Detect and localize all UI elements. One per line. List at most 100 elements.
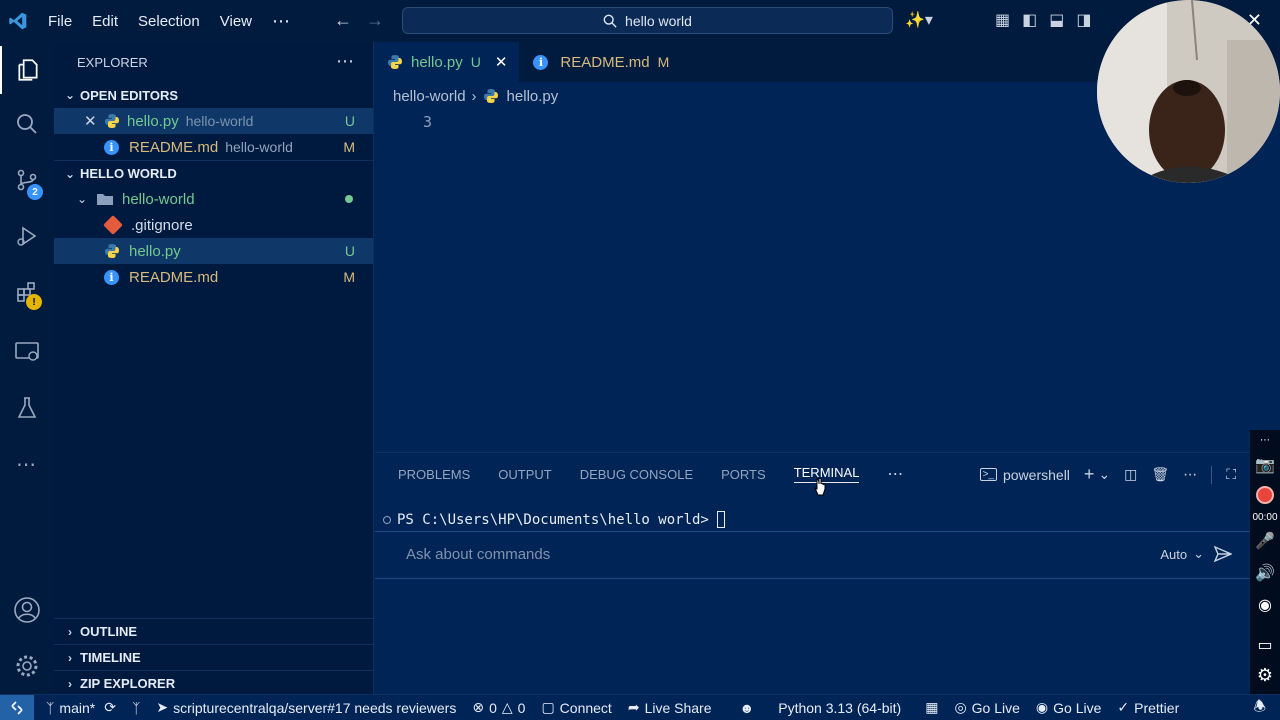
open-editor-item[interactable]: i README.md hello-world M [54, 134, 373, 160]
python-file-icon [388, 55, 402, 69]
record-button[interactable] [1250, 482, 1280, 508]
python-file-icon [105, 114, 119, 128]
menu-selection[interactable]: Selection [128, 13, 210, 30]
info-file-icon: i [104, 139, 119, 155]
ask-commands-bar[interactable]: Ask about commands Auto ⌄ [375, 531, 1250, 579]
toggle-secondary-sidebar-icon[interactable]: ◨ [1076, 10, 1091, 30]
explorer-more-icon[interactable]: ⋯ [336, 51, 355, 72]
tab-problems[interactable]: PROBLEMS [398, 467, 470, 482]
screen-icon[interactable]: ▭ [1250, 632, 1280, 658]
zip-explorer-section[interactable]: › ZIP EXPLORER [54, 670, 374, 696]
panel-more-icon[interactable]: ⋯ [887, 464, 903, 484]
extensions-icon[interactable]: ! [0, 268, 54, 316]
terminal-cursor [716, 511, 725, 528]
modified-dot-icon [345, 195, 353, 203]
shell-name[interactable]: powershell [1003, 467, 1070, 483]
folder-item[interactable]: ⌄ hello-world [54, 186, 373, 212]
pr-icon[interactable]: ᛉ [124, 700, 148, 716]
sync-icon[interactable]: ⟳ [104, 699, 116, 716]
layout-customize-icon[interactable]: ▦ [995, 10, 1010, 30]
remote-explorer-icon[interactable] [0, 328, 54, 376]
webcam-person [1097, 0, 1280, 183]
menu-view[interactable]: View [210, 13, 262, 30]
forward-arrow-icon: → [366, 10, 384, 30]
mode-select[interactable]: Auto [1160, 547, 1187, 562]
menu-more-icon[interactable]: ⋯ [262, 11, 300, 32]
split-terminal-icon[interactable]: ◫ [1124, 466, 1137, 483]
settings-gear-icon[interactable]: ⚙ [1250, 662, 1280, 688]
breadcrumb-file[interactable]: hello.py [507, 88, 559, 105]
file-item[interactable]: hello.py U [54, 238, 373, 264]
rocket-icon: ➤ [156, 699, 169, 715]
speaker-icon[interactable]: 🔊 [1250, 560, 1280, 586]
terminal-icon: >_ [979, 468, 997, 481]
search-icon [603, 14, 617, 28]
problems-indicator[interactable]: ⊗ 0 △ 0 [464, 699, 533, 716]
breadcrumb-folder[interactable]: hello-world [393, 88, 466, 105]
branch-icon: ᛉ [46, 699, 55, 716]
terminal-line[interactable]: PS C:\Users\HP\Documents\hello world> [383, 511, 725, 528]
file-item[interactable]: .gitignore [54, 212, 373, 238]
camera-icon[interactable]: 📷 [1250, 452, 1280, 478]
manage-gear-icon[interactable] [0, 642, 54, 690]
maximize-panel-icon[interactable]: ⛶ [1226, 466, 1236, 483]
more-views-icon[interactable]: ⋯ [0, 440, 54, 488]
command-center-search[interactable]: hello world [402, 7, 893, 34]
go-live-button-2[interactable]: ◉ Go Live [1028, 699, 1109, 716]
remote-indicator-icon[interactable] [0, 694, 34, 720]
tab-readme[interactable]: i README.md M [519, 42, 681, 82]
error-icon: ⊗ [472, 699, 485, 715]
recorder-drag-icon[interactable]: ⋯ [1250, 432, 1280, 448]
open-editors-header[interactable]: ⌄ OPEN EDITORS [54, 82, 373, 108]
menu-edit[interactable]: Edit [82, 13, 128, 30]
terminal-status-icon[interactable]: ▦ [917, 699, 946, 716]
search-icon[interactable] [0, 100, 54, 148]
tab-output[interactable]: OUTPUT [498, 467, 551, 482]
source-control-icon[interactable]: 2 [0, 156, 54, 204]
menu-file[interactable]: File [38, 13, 82, 30]
recording-time: 00:00 [1252, 511, 1278, 523]
bottom-panel: PROBLEMS OUTPUT DEBUG CONSOLE PORTS TERM… [375, 452, 1250, 694]
outline-section[interactable]: › OUTLINE [54, 618, 374, 644]
copilot-icon[interactable]: ✨▾ [905, 10, 933, 30]
close-icon[interactable]: ✕ [84, 112, 100, 130]
notifications-bell-icon[interactable]: 🕭 [1245, 696, 1274, 720]
explorer-icon[interactable] [0, 46, 54, 94]
webcam-overlay [1097, 0, 1280, 183]
toggle-sidebar-icon[interactable]: ◧ [1022, 10, 1037, 30]
connect-button[interactable]: ▢ Connect [533, 699, 619, 716]
chevron-down-icon[interactable]: ⌄ [1098, 466, 1110, 483]
chevron-down-icon[interactable]: ⌄ [1193, 546, 1204, 562]
panel-divider [1211, 465, 1213, 484]
live-share-button[interactable]: ➦ Live Share [620, 699, 720, 716]
timeline-section[interactable]: › TIMELINE [54, 644, 374, 670]
accounts-icon[interactable] [0, 586, 54, 634]
trash-icon[interactable]: 🗑 [1151, 466, 1169, 483]
back-arrow-icon[interactable]: ← [334, 10, 352, 31]
workspace-header[interactable]: ⌄ HELLO WORLD [54, 160, 373, 186]
python-interpreter[interactable]: Python 3.13 (64-bit) [770, 700, 909, 716]
go-live-button-1[interactable]: ◎ Go Live [946, 699, 1027, 716]
terminal-more-icon[interactable]: ⋯ [1183, 466, 1197, 483]
copilot-status-icon[interactable]: ☻ [732, 700, 763, 716]
testing-icon[interactable] [0, 384, 54, 432]
branch-indicator[interactable]: ᛉ main* ⟳ [34, 699, 124, 716]
prettier-button[interactable]: ✓ Prettier [1109, 699, 1187, 716]
send-icon[interactable] [1214, 546, 1232, 562]
webcam-icon[interactable]: ◉ [1250, 592, 1280, 618]
run-debug-icon[interactable] [0, 212, 54, 260]
ask-input[interactable]: Ask about commands [406, 546, 550, 563]
broadcast-icon: ◉ [1035, 699, 1049, 715]
tab-debug-console[interactable]: DEBUG CONSOLE [580, 467, 693, 482]
open-editor-item[interactable]: ✕ hello.py hello-world U [54, 108, 373, 134]
microphone-icon[interactable]: 🎤 [1250, 528, 1280, 554]
pr-status[interactable]: ➤ scripturecentralqa/server#17 needs rev… [148, 699, 464, 716]
new-terminal-icon[interactable]: + [1084, 464, 1095, 485]
tab-ports[interactable]: PORTS [721, 467, 766, 482]
status-bar: ᛉ main* ⟳ ᛉ ➤ scripturecentralqa/server#… [0, 694, 1280, 720]
file-item[interactable]: i README.md M [54, 264, 373, 290]
tab-hello-py[interactable]: hello.py U ✕ [375, 42, 520, 82]
toggle-panel-icon[interactable]: ⬓ [1049, 10, 1064, 30]
close-tab-icon[interactable]: ✕ [495, 53, 508, 71]
chevron-down-icon: ⌄ [76, 192, 88, 206]
